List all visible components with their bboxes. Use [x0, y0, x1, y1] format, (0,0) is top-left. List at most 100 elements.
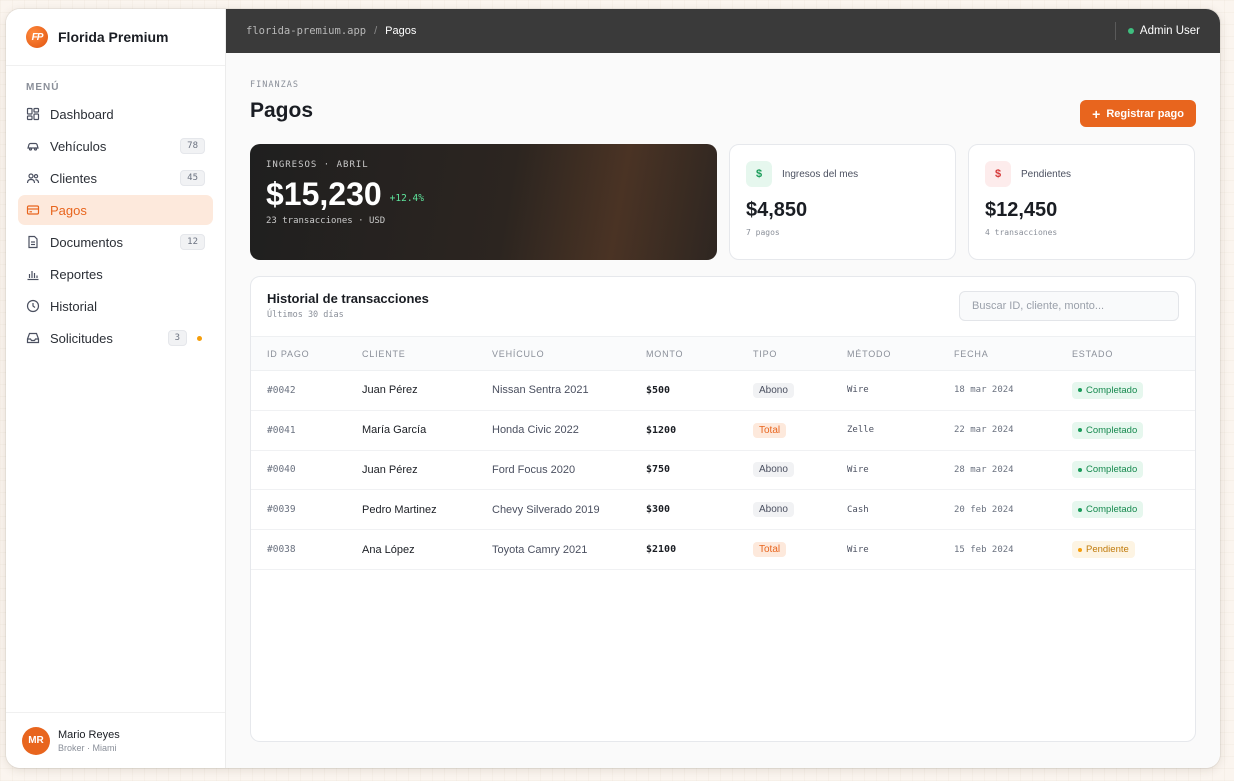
page-title: Pagos [250, 99, 314, 122]
column-header[interactable]: FECHA [938, 337, 1056, 371]
topbar-divider [1114, 22, 1116, 40]
user-role: Broker · Miami [58, 742, 117, 753]
register-payment-label: Registrar pago [1106, 107, 1184, 120]
sidebar-item-label: Clientes [50, 170, 97, 186]
column-header[interactable]: TIPO [737, 337, 831, 371]
transactions-table: ID PAGO CLIENTE VEHÍCULO MONTO TIPO MÉTO… [251, 336, 1195, 570]
vehicle-name: Ford Focus 2020 [476, 450, 630, 491]
sidebar-item-label: Historial [50, 298, 97, 314]
plus-icon: + [1092, 105, 1101, 122]
column-header[interactable]: ID PAGO [251, 337, 346, 371]
sidebar: FP Florida Premium MENÚ Dashboard Vehícu… [6, 9, 226, 768]
count-badge: 78 [180, 138, 205, 154]
online-status-icon [1127, 28, 1134, 34]
breadcrumb-current-page: Pagos [385, 25, 417, 37]
sidebar-item-documentos[interactable]: Documentos 12 [18, 227, 213, 257]
document-icon [26, 235, 40, 249]
transactions-subtitle: Últimos 30 días [267, 310, 344, 320]
table-row[interactable]: #0039 Pedro Martinez Chevy Silverado 201… [251, 489, 1195, 531]
payment-id: #0042 [251, 370, 346, 411]
client-name: Juan Pérez [346, 370, 476, 411]
payment-id: #0041 [251, 410, 346, 451]
status-badge: Completado [1072, 461, 1144, 479]
sidebar-item-clientes[interactable]: Clientes 45 [18, 163, 213, 193]
sidebar-item-historial[interactable]: Historial [18, 291, 213, 321]
status-badge: Completado [1072, 381, 1144, 399]
inbox-icon [26, 331, 40, 345]
count-badge: 12 [180, 234, 205, 250]
breadcrumb-domain[interactable]: florida-premium.app [246, 25, 366, 37]
vehicle-name: Toyota Camry 2021 [476, 529, 630, 570]
payment-type-tag: Total [753, 542, 787, 558]
sidebar-item-dashboard[interactable]: Dashboard [18, 99, 213, 129]
payment-method: Zelle [831, 410, 938, 451]
register-payment-button[interactable]: + Registrar pago [1080, 100, 1196, 127]
payment-method: Cash [831, 489, 938, 531]
revenue-hero-card: INGRESOS · ABRIL $15,230 +12.4% 23 trans… [250, 144, 717, 260]
stat-label: Ingresos del mes [782, 168, 859, 180]
user-card[interactable]: MR Mario Reyes Broker · Miami [6, 712, 225, 768]
dollar-icon: $ [746, 161, 772, 187]
column-header[interactable]: VEHÍCULO [476, 337, 630, 371]
payment-id: #0040 [251, 450, 346, 491]
stat-label: Pendientes [1021, 168, 1072, 180]
brand[interactable]: FP Florida Premium [6, 9, 225, 66]
column-header[interactable]: MÉTODO [831, 337, 938, 371]
column-header[interactable]: MONTO [630, 337, 737, 371]
payment-date: 22 mar 2024 [938, 410, 1056, 451]
breadcrumb-separator: / [374, 25, 378, 37]
payment-type-tag: Abono [753, 462, 794, 478]
payment-amount: $2100 [630, 529, 737, 570]
status-badge: Pendiente [1072, 541, 1135, 559]
payment-amount: $300 [630, 489, 737, 531]
vehicle-name: Honda Civic 2022 [476, 410, 630, 451]
notification-dot [197, 335, 202, 341]
column-header[interactable]: ESTADO [1056, 337, 1195, 371]
sidebar-item-reportes[interactable]: Reportes [18, 259, 213, 289]
payment-id: #0039 [251, 489, 346, 531]
sidebar-item-label: Documentos [50, 234, 123, 250]
summary-cards: INGRESOS · ABRIL $15,230 +12.4% 23 trans… [250, 144, 1196, 260]
admin-user-menu[interactable]: Admin User [1140, 25, 1200, 37]
search-input[interactable] [959, 291, 1179, 321]
stat-subtext: 7 pagos [746, 228, 780, 237]
payment-type-tag: Abono [753, 382, 794, 398]
payment-method: Wire [831, 529, 938, 570]
table-row[interactable]: #0038 Ana López Toyota Camry 2021 $2100 … [251, 529, 1195, 570]
count-badge: 3 [167, 330, 187, 346]
table-header-row: ID PAGO CLIENTE VEHÍCULO MONTO TIPO MÉTO… [251, 336, 1195, 371]
user-name: Mario Reyes [58, 728, 120, 741]
car-icon [26, 139, 40, 153]
transactions-title: Historial de transacciones [267, 291, 429, 306]
brand-name: Florida Premium [58, 29, 169, 45]
stat-value: $12,450 [985, 199, 1058, 221]
sidebar-item-solicitudes[interactable]: Solicitudes 3 [18, 323, 213, 353]
client-name: María García [346, 410, 476, 451]
client-name: Pedro Martinez [346, 489, 476, 531]
sidebar-item-pagos[interactable]: Pagos [18, 195, 213, 225]
sidebar-item-vehiculos[interactable]: Vehículos 78 [18, 131, 213, 161]
app-window: FP Florida Premium MENÚ Dashboard Vehícu… [6, 9, 1220, 768]
hero-label: INGRESOS · ABRIL [266, 160, 369, 170]
vehicle-name: Chevy Silverado 2019 [476, 489, 630, 531]
table-row[interactable]: #0040 Juan Pérez Ford Focus 2020 $750 Ab… [251, 450, 1195, 491]
payment-id: #0038 [251, 529, 346, 570]
clock-icon [26, 299, 40, 313]
payment-amount: $500 [630, 370, 737, 411]
vehicle-name: Nissan Sentra 2021 [476, 370, 630, 411]
table-row[interactable]: #0041 María García Honda Civic 2022 $120… [251, 410, 1195, 451]
payment-type-tag: Total [753, 422, 787, 438]
stat-card-pending: $ Pendientes $12,450 4 transacciones [968, 144, 1195, 260]
stat-subtext: 4 transacciones [985, 228, 1058, 237]
payment-date: 18 mar 2024 [938, 370, 1056, 411]
table-row[interactable]: #0042 Juan Pérez Nissan Sentra 2021 $500… [251, 370, 1195, 411]
hero-delta: +12.4% [389, 193, 424, 204]
avatar: MR [22, 726, 50, 755]
brand-logo-icon: FP [26, 26, 48, 48]
bar-chart-icon [26, 267, 40, 281]
payment-date: 28 mar 2024 [938, 450, 1056, 491]
sidebar-item-label: Reportes [50, 266, 103, 282]
payment-date: 20 feb 2024 [938, 489, 1056, 531]
column-header[interactable]: CLIENTE [346, 337, 476, 371]
page-content: FINANZAS Pagos + Registrar pago INGRESOS… [226, 53, 1220, 768]
